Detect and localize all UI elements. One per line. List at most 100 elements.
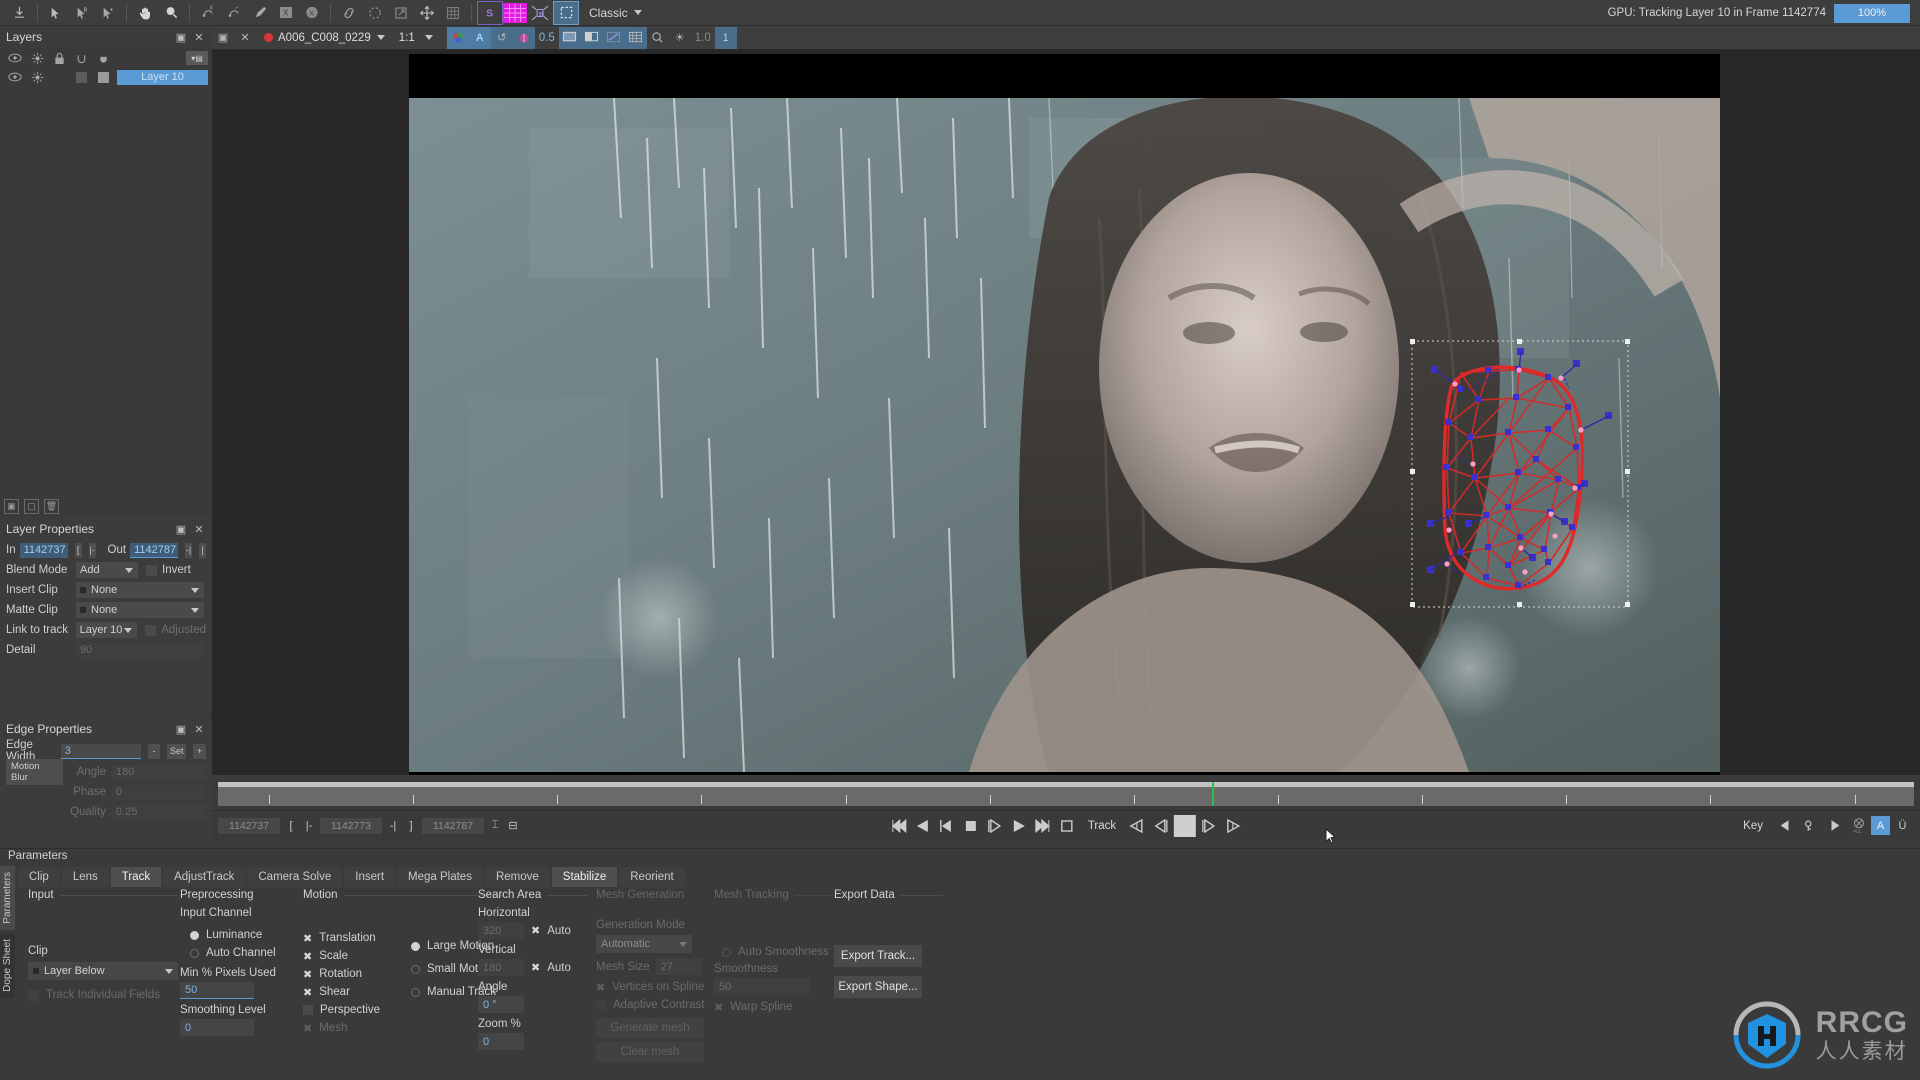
layers-menu-icon[interactable]: ▾▤ — [186, 51, 208, 65]
duplicate-layer-icon[interactable]: ▢ — [24, 498, 39, 514]
track-individual-fields-option[interactable]: Track Individual Fields — [28, 986, 188, 1004]
select-b-tool-icon[interactable]: B — [69, 1, 95, 25]
luminance-option[interactable]: Luminance — [180, 926, 290, 944]
auto-key-button[interactable]: A — [1871, 816, 1890, 835]
lock-toggle[interactable] — [48, 68, 70, 86]
dual-view-icon[interactable] — [580, 26, 603, 49]
add-key-button[interactable] — [1799, 815, 1821, 837]
edge-width-field[interactable]: 3 — [60, 743, 141, 759]
horizontal-field[interactable]: 320 — [478, 922, 524, 939]
timeline-range-bar[interactable] — [218, 782, 1914, 787]
auto-smoothness-option[interactable]: Auto Smoothness — [714, 943, 834, 961]
in-frame-field[interactable]: 1142737 — [19, 542, 68, 558]
panel-float-icon[interactable]: ▣ — [174, 30, 188, 44]
lock-icon[interactable] — [48, 49, 70, 67]
surface-s-icon[interactable]: S — [477, 0, 503, 25]
insert-clip-select[interactable]: None — [76, 582, 204, 598]
motion-option-scale[interactable]: ✖ Scale — [303, 947, 380, 965]
unified-key-button[interactable]: Ü — [1893, 816, 1912, 835]
selection-marquee-icon[interactable] — [553, 0, 579, 25]
track-individual-fields-checkbox[interactable] — [28, 989, 39, 1001]
loop-button[interactable] — [1056, 815, 1078, 837]
zoom-percent-field[interactable]: 0 — [478, 1033, 524, 1050]
auto-channel-radio[interactable] — [190, 948, 199, 958]
motion-option-translation[interactable]: ✖ Translation — [303, 929, 380, 947]
link-to-track-select[interactable]: Layer 10 — [75, 622, 138, 638]
monitor-view-icon[interactable] — [558, 26, 581, 49]
alpha-channel-icon[interactable]: A — [468, 26, 491, 49]
previous-key-button[interactable] — [1774, 815, 1796, 837]
table-row[interactable]: Layer 10 — [0, 68, 212, 86]
light-view-icon[interactable]: ☀ — [669, 27, 691, 49]
matte-u-icon[interactable] — [70, 49, 92, 67]
current-frame-field[interactable]: 1142773 — [320, 817, 382, 834]
zoom-magnifier-icon[interactable] — [158, 1, 184, 25]
tab-camera-solve[interactable]: Camera Solve — [247, 867, 343, 887]
vertices-on-spline-option[interactable]: ✖ Vertices on Spline — [596, 978, 716, 996]
tab-remove[interactable]: Remove — [484, 867, 550, 887]
adaptive-contrast-checkbox[interactable] — [596, 1000, 606, 1010]
transform-icon[interactable] — [388, 1, 414, 25]
reset-range-icon[interactable]: ⊟ — [506, 818, 520, 834]
timeline-scrubber[interactable] — [212, 778, 1920, 810]
tab-adjusttrack[interactable]: AdjustTrack — [163, 867, 246, 887]
step-backward-button[interactable] — [936, 815, 958, 837]
stop-button[interactable] — [960, 815, 982, 837]
planar-tracker-overlay[interactable] — [1409, 338, 1631, 610]
matte-overlay-icon[interactable] — [512, 26, 535, 49]
set-out-point-button[interactable]: -| — [386, 818, 400, 834]
clear-mesh-button[interactable]: Clear mesh — [596, 1042, 704, 1062]
out-frame-field[interactable]: 1142787 — [422, 817, 484, 834]
track-backward-button[interactable] — [1126, 815, 1148, 837]
checkmark-icon[interactable]: ✖ — [531, 961, 540, 974]
angle-field[interactable]: 180 — [112, 764, 206, 780]
step-forward-button[interactable] — [984, 815, 1006, 837]
goto-out-point-button[interactable]: ] — [404, 818, 418, 834]
panel-float-icon[interactable]: ▣ — [174, 522, 188, 536]
out-frame-field[interactable]: 1142787 — [130, 542, 179, 558]
move-icon[interactable] — [414, 1, 440, 25]
generate-mesh-button[interactable]: Generate mesh — [596, 1018, 704, 1038]
ratio-chevron-down-icon[interactable] — [424, 35, 433, 40]
angle-field[interactable]: 0 ° — [478, 996, 524, 1013]
min-pixels-field[interactable]: 50 — [180, 982, 254, 999]
set-in-button[interactable]: [ — [74, 542, 82, 558]
close-icon[interactable]: ✕ — [192, 522, 206, 536]
close-icon[interactable]: ✕ — [192, 722, 206, 736]
panel-float-icon[interactable]: ▣ — [212, 27, 234, 49]
tab-stabilize[interactable]: Stabilize — [551, 867, 618, 887]
number-view-icon[interactable]: 1 — [714, 26, 737, 49]
input-clip-select[interactable]: Layer Below — [28, 962, 178, 980]
light-icon[interactable] — [26, 49, 48, 67]
adaptive-contrast-option[interactable]: Adaptive Contrast — [596, 996, 716, 1014]
invert-checkbox[interactable] — [146, 564, 157, 576]
matte-filled-icon[interactable] — [92, 49, 114, 67]
matte-u-toggle[interactable] — [70, 68, 92, 86]
light-icon[interactable] — [26, 68, 48, 86]
track-step-backward-button[interactable] — [1150, 815, 1172, 837]
warp-spline-option[interactable]: ✖ Warp Spline — [714, 998, 834, 1016]
track-step-forward-button[interactable] — [1198, 815, 1220, 837]
export-track-button[interactable]: Export Track... — [834, 945, 922, 967]
select-tool-icon[interactable] — [43, 1, 69, 25]
gain-value-label[interactable]: 1.0 — [691, 32, 715, 44]
set-out-button[interactable]: -| — [185, 542, 193, 558]
import-icon[interactable] — [6, 1, 32, 25]
edge-width-increment-button[interactable]: + — [193, 743, 206, 759]
mesh-size-field[interactable]: 27 — [655, 958, 702, 975]
play-backward-button[interactable] — [912, 815, 934, 837]
export-shape-button[interactable]: Export Shape... — [834, 976, 922, 998]
detail-field[interactable]: 90 — [76, 642, 204, 658]
edge-width-set-button[interactable]: Set — [167, 743, 187, 759]
magenta-grid-icon[interactable] — [503, 2, 527, 23]
vertical-field[interactable]: 180 — [478, 959, 524, 976]
tab-clip[interactable]: Clip — [18, 867, 60, 887]
go-to-start-button[interactable] — [888, 815, 910, 837]
bezier-tool-icon[interactable]: ⌐ — [221, 1, 247, 25]
quality-field[interactable]: 0.25 — [111, 804, 206, 820]
track-stop-button[interactable] — [1174, 814, 1197, 837]
panel-float-icon[interactable]: ▣ — [174, 722, 188, 736]
select-add-tool-icon[interactable]: + — [95, 1, 121, 25]
planar-corner-icon[interactable]: ⊞ — [527, 1, 553, 25]
set-in-point-button[interactable]: [ — [284, 818, 298, 834]
